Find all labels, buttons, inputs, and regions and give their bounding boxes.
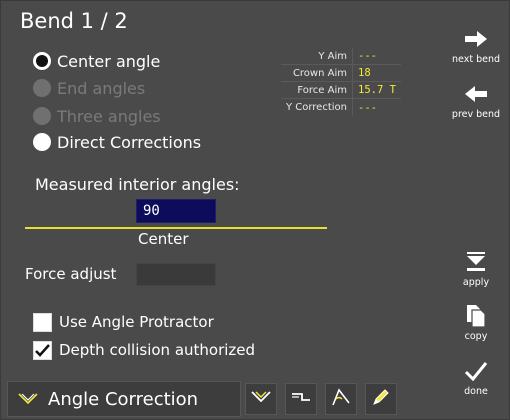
copy-button[interactable]: copy [447, 303, 505, 342]
aim-label: Y Correction [281, 99, 353, 116]
next-bend-label: next bend [452, 54, 500, 65]
checkmark-icon [464, 358, 488, 384]
step-profile-icon [290, 389, 312, 409]
aim-row-y-correction: Y Correction --- [281, 99, 401, 116]
radio-label: End angles [57, 78, 146, 98]
radio-label: Direct Corrections [57, 132, 202, 152]
chevron-down-icon [8, 392, 48, 406]
depth-collision-option[interactable]: Depth collision authorized [33, 339, 255, 361]
page-title: Bend 1 / 2 [20, 9, 128, 33]
checkbox-label: Use Angle Protractor [59, 313, 214, 331]
aim-value: --- [358, 101, 377, 114]
pencil-icon [371, 387, 391, 411]
done-label: done [464, 386, 488, 397]
edit-button[interactable] [365, 383, 397, 415]
force-adjust-label: Force adjust [25, 265, 117, 283]
prev-bend-label: prev bend [451, 109, 501, 120]
radio-three-angles: Three angles [33, 105, 161, 127]
radio-direct-corrections[interactable]: Direct Corrections [33, 131, 201, 153]
copy-icon [465, 303, 487, 329]
aim-row-force-aim: Force Aim 15.7 T [281, 82, 401, 99]
measured-angles-label: Measured interior angles: [35, 175, 240, 194]
use-angle-protractor-option[interactable]: Use Angle Protractor [33, 311, 214, 333]
apply-button[interactable]: apply [447, 249, 505, 288]
checkbox-checked-icon[interactable] [33, 340, 52, 360]
radio-selected-icon[interactable] [33, 52, 51, 70]
aim-value: --- [358, 50, 377, 62]
aim-row-y-aim: Y Aim --- [281, 48, 401, 65]
apply-icon [466, 249, 486, 275]
prev-bend-button[interactable]: prev bend [447, 81, 505, 120]
radio-label: Center angle [57, 51, 161, 71]
force-adjust-input[interactable] [136, 263, 216, 286]
angle-divider [25, 227, 327, 229]
arrow-right-icon [463, 26, 489, 52]
protractor-icon [330, 387, 352, 411]
aim-value: 18 [358, 67, 371, 79]
radio-end-angles: End angles [33, 77, 145, 99]
arrow-left-icon [463, 81, 489, 107]
radio-unselected-icon[interactable] [33, 133, 51, 151]
angle-down-button[interactable] [245, 383, 277, 415]
radio-disabled-icon [33, 79, 51, 97]
mode-dropdown[interactable]: Angle Correction [7, 381, 241, 417]
aim-label: Force Aim [281, 82, 353, 98]
next-bend-button[interactable]: next bend [447, 26, 505, 65]
done-button[interactable]: done [447, 358, 505, 397]
aim-label: Y Aim [281, 48, 353, 64]
step-profile-button[interactable] [285, 383, 317, 415]
center-position-label: Center [138, 230, 189, 248]
aim-row-crown-aim: Crown Aim 18 [281, 65, 401, 82]
center-angle-input[interactable]: 90 [136, 199, 216, 223]
aim-label: Crown Aim [281, 65, 353, 81]
radio-disabled-icon [33, 107, 51, 125]
radio-label: Three angles [57, 106, 161, 126]
checkbox-unchecked-icon[interactable] [33, 312, 52, 332]
bend-correction-panel: Bend 1 / 2 Center angle End angles Three… [0, 0, 510, 420]
apply-label: apply [462, 277, 490, 288]
aim-table: Y Aim --- Crown Aim 18 Force Aim 15.7 T … [281, 48, 401, 116]
copy-label: copy [464, 331, 488, 342]
checkbox-label: Depth collision authorized [59, 341, 256, 359]
aim-value: 15.7 T [358, 84, 396, 96]
angle-down-icon [250, 389, 272, 409]
radio-center-angle[interactable]: Center angle [33, 50, 160, 72]
protractor-button[interactable] [325, 383, 357, 415]
mode-dropdown-label: Angle Correction [48, 388, 199, 410]
